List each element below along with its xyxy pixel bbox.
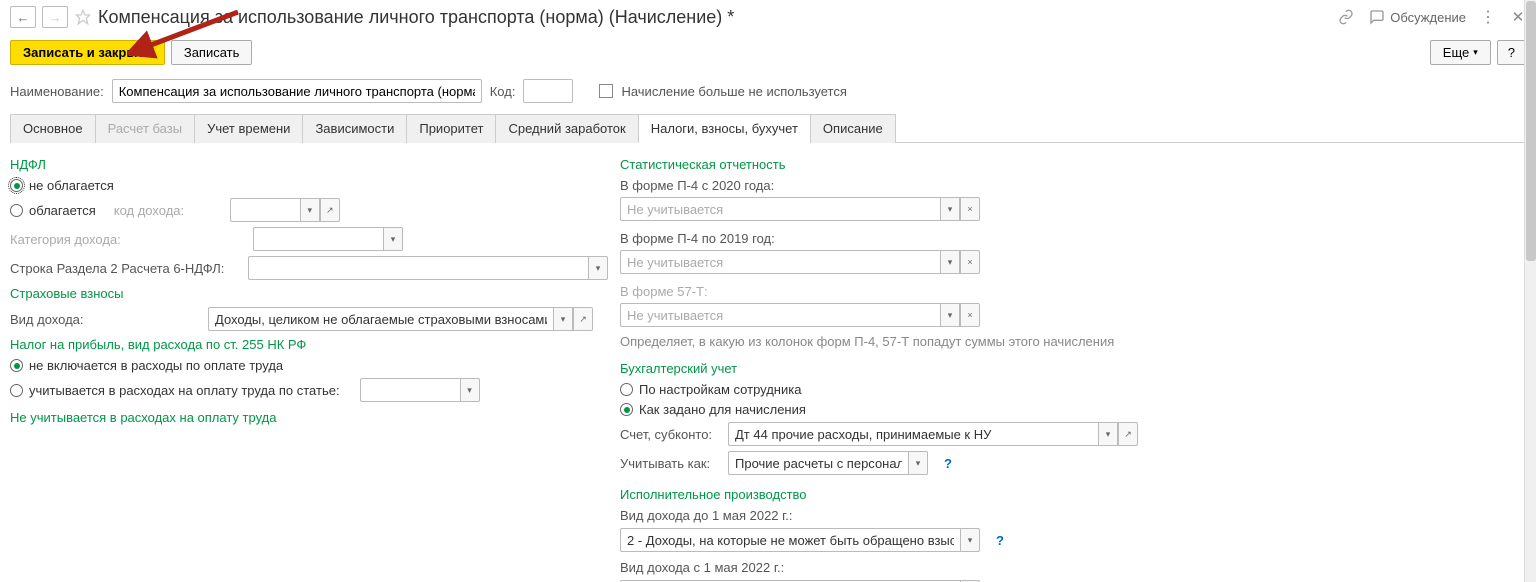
- code-input[interactable]: [523, 79, 573, 103]
- exec-before-input[interactable]: [620, 528, 960, 552]
- discuss-label: Обсуждение: [1390, 10, 1466, 25]
- acct-r2-label: Как задано для начисления: [639, 402, 806, 417]
- menu-kebab-icon[interactable]: ⋮: [1480, 7, 1496, 27]
- scroll-thumb[interactable]: [1526, 1, 1536, 261]
- code-label: Код:: [490, 84, 516, 99]
- p4-2020-clear-icon[interactable]: ×: [960, 197, 980, 221]
- tab-taxes[interactable]: Налоги, взносы, бухучет: [638, 114, 811, 143]
- favorite-star-icon[interactable]: [74, 8, 92, 26]
- count-as-dropdown-icon[interactable]: ▾: [908, 451, 928, 475]
- p4-2019-input[interactable]: [620, 250, 940, 274]
- p57-dropdown-icon[interactable]: ▾: [940, 303, 960, 327]
- tab-main[interactable]: Основное: [10, 114, 96, 143]
- income-code-dropdown-icon[interactable]: ▾: [300, 198, 320, 222]
- count-as-label: Учитывать как:: [620, 456, 720, 471]
- not-used-checkbox[interactable]: [599, 84, 613, 98]
- acct-account-open-icon[interactable]: ↗: [1118, 422, 1138, 446]
- count-as-input[interactable]: [728, 451, 908, 475]
- exec-section-title: Исполнительное производство: [620, 487, 1200, 502]
- page-title: Компенсация за использование личного тра…: [98, 7, 734, 28]
- income-code-input[interactable]: [230, 198, 300, 222]
- row6-label: Строка Раздела 2 Расчета 6-НДФЛ:: [10, 261, 240, 276]
- p4-2020-input[interactable]: [620, 197, 940, 221]
- name-input[interactable]: [112, 79, 482, 103]
- p4-2020-label: В форме П-4 с 2020 года:: [620, 178, 1200, 193]
- exec-after-label: Вид дохода с 1 мая 2022 г.:: [620, 560, 1200, 575]
- vertical-scrollbar[interactable]: [1524, 0, 1536, 582]
- tab-priority[interactable]: Приоритет: [406, 114, 496, 143]
- ndfl-section-title: НДФЛ: [10, 157, 590, 172]
- income-cat-label: Категория дохода:: [10, 232, 140, 247]
- profit-article-input[interactable]: [360, 378, 460, 402]
- tabs-bar: Основное Расчет базы Учет времени Зависи…: [10, 113, 1526, 143]
- profit-no-label: не включается в расходы по оплате труда: [29, 358, 283, 373]
- help-button[interactable]: ?: [1497, 40, 1526, 65]
- p4-2019-label: В форме П-4 по 2019 год:: [620, 231, 1200, 246]
- ndfl-yes-label: облагается: [29, 203, 96, 218]
- p4-2019-dropdown-icon[interactable]: ▾: [940, 250, 960, 274]
- profit-yes-label: учитывается в расходах на оплату труда п…: [29, 383, 340, 398]
- ndfl-yes-radio[interactable]: [10, 204, 23, 217]
- tab-avg[interactable]: Средний заработок: [495, 114, 638, 143]
- income-type-open-icon[interactable]: ↗: [573, 307, 593, 331]
- profit-no-radio[interactable]: [10, 359, 23, 372]
- acct-r1-radio[interactable]: [620, 383, 633, 396]
- name-label: Наименование:: [10, 84, 104, 99]
- count-as-help-icon[interactable]: ?: [944, 456, 952, 471]
- profit-yes-radio[interactable]: [10, 384, 23, 397]
- acct-account-dropdown-icon[interactable]: ▾: [1098, 422, 1118, 446]
- p57-input[interactable]: [620, 303, 940, 327]
- stat-section-title: Статистическая отчетность: [620, 157, 1200, 172]
- acct-account-label: Счет, субконто:: [620, 427, 720, 442]
- profit-section-title: Налог на прибыль, вид расхода по ст. 255…: [10, 337, 590, 352]
- p57-clear-icon[interactable]: ×: [960, 303, 980, 327]
- ndfl-no-label: не облагается: [29, 178, 114, 193]
- ndfl-no-radio[interactable]: [10, 179, 23, 192]
- p4-2020-dropdown-icon[interactable]: ▾: [940, 197, 960, 221]
- p4-2019-clear-icon[interactable]: ×: [960, 250, 980, 274]
- income-type-input[interactable]: [208, 307, 553, 331]
- acct-r2-radio[interactable]: [620, 403, 633, 416]
- row6-input[interactable]: [248, 256, 588, 280]
- row6-dropdown-icon[interactable]: ▾: [588, 256, 608, 280]
- discuss-button[interactable]: Обсуждение: [1369, 9, 1466, 25]
- income-code-label: код дохода:: [114, 203, 224, 218]
- tab-base-calc[interactable]: Расчет базы: [95, 114, 196, 143]
- save-button[interactable]: Записать: [171, 40, 253, 65]
- more-button[interactable]: Еще▾: [1430, 40, 1491, 65]
- exec-before-label: Вид дохода до 1 мая 2022 г.:: [620, 508, 1200, 523]
- income-cat-input[interactable]: [253, 227, 383, 251]
- nav-fwd-button[interactable]: →: [42, 6, 68, 28]
- acct-r1-label: По настройкам сотрудника: [639, 382, 801, 397]
- acct-account-input[interactable]: [728, 422, 1098, 446]
- income-type-label: Вид дохода:: [10, 312, 100, 327]
- income-cat-dropdown-icon[interactable]: ▾: [383, 227, 403, 251]
- acct-section-title: Бухгалтерский учет: [620, 361, 1200, 376]
- link-icon[interactable]: [1337, 8, 1355, 26]
- profit-article-dropdown-icon[interactable]: ▾: [460, 378, 480, 402]
- profit-note-link[interactable]: Не учитывается в расходах на оплату труд…: [10, 410, 590, 425]
- tab-desc[interactable]: Описание: [810, 114, 896, 143]
- p57-label: В форме 57-Т:: [620, 284, 1200, 299]
- nav-back-button[interactable]: ←: [10, 6, 36, 28]
- income-type-dropdown-icon[interactable]: ▾: [553, 307, 573, 331]
- income-code-open-icon[interactable]: ↗: [320, 198, 340, 222]
- tab-deps[interactable]: Зависимости: [302, 114, 407, 143]
- tab-time[interactable]: Учет времени: [194, 114, 303, 143]
- exec-before-help-icon[interactable]: ?: [996, 533, 1004, 548]
- contrib-section-title: Страховые взносы: [10, 286, 590, 301]
- save-close-button[interactable]: Записать и закрыть: [10, 40, 165, 65]
- stat-hint-text: Определяет, в какую из колонок форм П-4,…: [620, 333, 1120, 351]
- not-used-label: Начисление больше не используется: [621, 84, 846, 99]
- exec-before-dropdown-icon[interactable]: ▾: [960, 528, 980, 552]
